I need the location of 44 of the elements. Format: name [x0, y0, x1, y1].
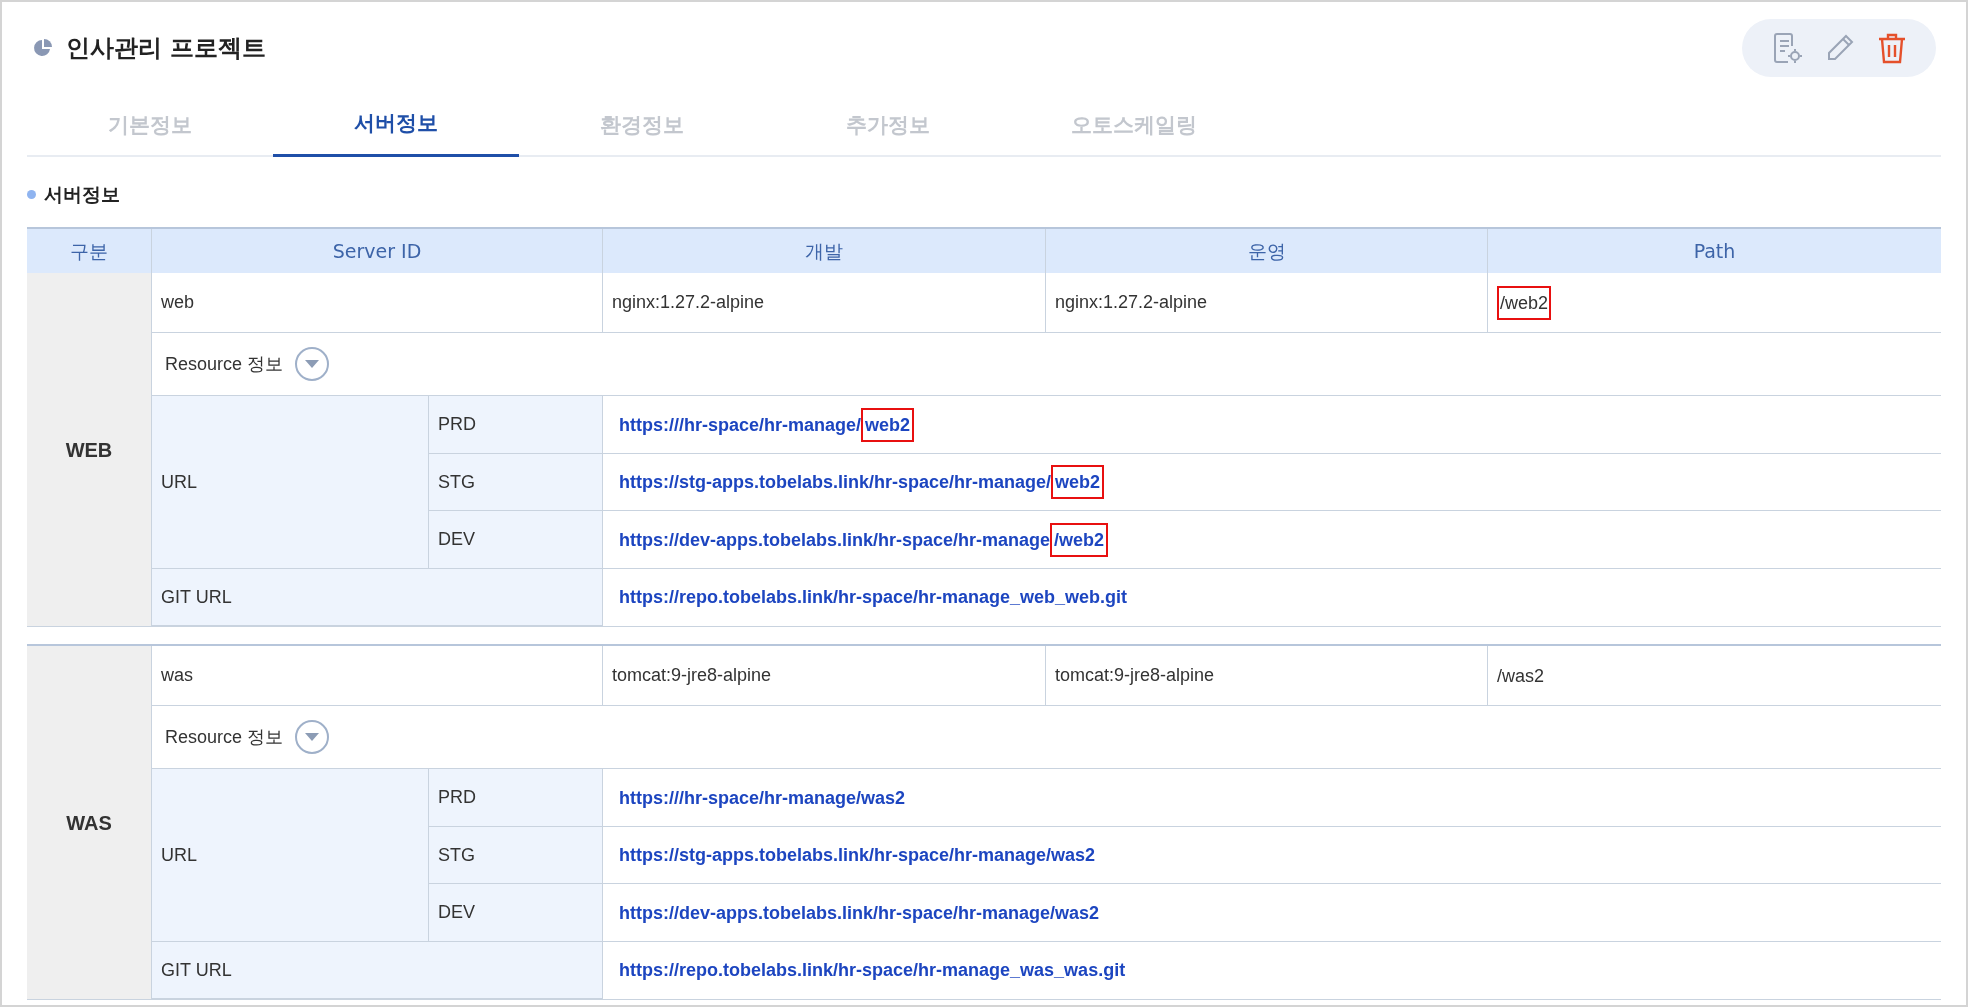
trash-icon[interactable] — [1876, 31, 1908, 65]
column-header: 개발 — [602, 229, 1045, 273]
row-label: STG — [428, 454, 602, 511]
row-label: URL — [151, 396, 428, 569]
url-link[interactable]: https://dev-apps.tobelabs.link/hr-space/hr-manage /web2 — [619, 522, 1109, 557]
row-label: PRD — [428, 769, 602, 827]
url-link[interactable]: https://repo.tobelabs.link/hr-space/hr-manage_was_was.git — [619, 957, 1126, 984]
table-cell: tomcat:9-jre8-alpine — [1045, 646, 1487, 706]
url-link[interactable]: https://stg-apps.tobelabs.link/hr-space/hr-manage/was2 — [619, 840, 1096, 870]
row-label: GIT URL — [151, 569, 602, 626]
group-label: WEB — [27, 273, 151, 626]
expand-button[interactable] — [295, 347, 330, 381]
table-cell: web — [151, 273, 602, 333]
row-label: PRD — [428, 396, 602, 454]
table-cell: nginx:1.27.2-alpine — [602, 273, 1045, 333]
column-header: 운영 — [1045, 229, 1487, 273]
column-header: Path — [1487, 229, 1941, 273]
tab[interactable]: 서버정보 — [273, 94, 519, 157]
caret-down-icon — [305, 733, 320, 741]
pie-chart-icon — [32, 37, 54, 59]
caret-down-icon — [305, 360, 320, 368]
url-link[interactable]: https:///hr-space/hr-manage/ web2 — [619, 407, 915, 442]
section-title: 서버정보 — [44, 181, 120, 207]
resource-label: Resource 정보 — [165, 352, 284, 376]
row-label: GIT URL — [151, 942, 602, 999]
url-link[interactable]: https://stg-apps.tobelabs.link/hr-space/hr-manage/ web2 — [619, 465, 1105, 499]
url-link[interactable]: https:///hr-space/hr-manage/was2 — [619, 782, 906, 813]
table-cell: was — [151, 646, 602, 706]
table-cell-text: /was2 — [1497, 664, 1545, 688]
url-link[interactable]: https://dev-apps.tobelabs.link/hr-space/hr-manage/was2 — [619, 897, 1100, 928]
row-label: DEV — [428, 884, 602, 942]
row-label: STG — [428, 827, 602, 884]
table-cell: tomcat:9-jre8-alpine — [602, 646, 1045, 706]
expand-button[interactable] — [295, 720, 330, 754]
url-link[interactable]: https://repo.tobelabs.link/hr-space/hr-manage_web_web.git — [619, 584, 1128, 611]
table-cell: /web2 — [1497, 285, 1552, 320]
column-header: 구분 — [69, 238, 109, 264]
group-label: WAS — [27, 646, 151, 999]
resource-label: Resource 정보 — [165, 725, 284, 749]
row-label: URL — [151, 769, 428, 942]
bullet-icon — [27, 189, 36, 199]
table-cell: nginx:1.27.2-alpine — [1045, 273, 1487, 333]
page-title: 인사관리 프로젝트 — [66, 33, 267, 64]
row-label: DEV — [428, 511, 602, 569]
